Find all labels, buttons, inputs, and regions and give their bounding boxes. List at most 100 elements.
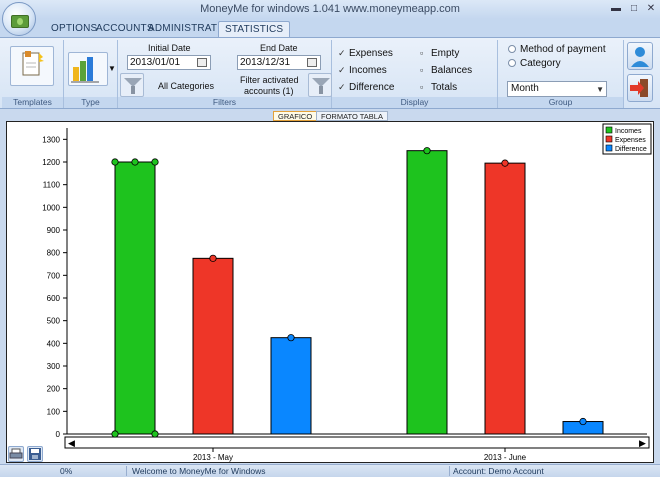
- empty-checkbox[interactable]: ▫ Empty: [420, 48, 459, 59]
- data-point-marker: [579, 417, 587, 426]
- app-menu-button[interactable]: [2, 2, 36, 36]
- minimize-button[interactable]: ▬: [610, 3, 622, 15]
- categories-filter-label: All Categories: [158, 81, 215, 91]
- data-point-marker: [287, 334, 295, 342]
- filters-group: Initial Date 2013/01/01 All Categories E…: [118, 40, 332, 108]
- data-point-marker: [111, 158, 119, 166]
- user-account-button[interactable]: [627, 42, 653, 70]
- y-tick-label: 1200: [42, 158, 60, 167]
- scroll-right-arrow[interactable]: ▶: [639, 438, 646, 448]
- tab-formato-tabla[interactable]: FORMATO TABLA: [316, 111, 388, 121]
- filter-accounts-button[interactable]: [308, 73, 332, 97]
- y-tick-label: 1100: [43, 181, 61, 190]
- method-of-payment-radio[interactable]: Method of payment: [508, 44, 606, 55]
- y-tick-label: 700: [47, 271, 61, 280]
- data-point-marker: [501, 159, 509, 167]
- user-icon: [631, 47, 649, 67]
- x-category-label: 2013 - May: [193, 453, 233, 462]
- chart-frame: 0 100 200 300 400 500 600 700 800 900 1000 1100 1200…: [6, 121, 654, 463]
- title-bar: MoneyMe for windows 1.041 www.moneymeapp…: [0, 0, 660, 19]
- accounts-filter-line2: accounts (1): [244, 86, 294, 96]
- save-icon: [29, 448, 41, 460]
- view-tabs: GRAFICO FORMATO TABLA: [0, 110, 660, 121]
- legend-label: Incomes: [615, 128, 642, 135]
- exit-button[interactable]: [627, 74, 653, 102]
- balances-checkbox[interactable]: ▫ Balances: [420, 65, 472, 76]
- maximize-button[interactable]: □: [628, 3, 640, 15]
- display-group-label: Display: [332, 97, 497, 108]
- templates-group-label: Templates: [2, 97, 63, 108]
- data-point-marker: [151, 158, 159, 166]
- close-button[interactable]: ✕: [645, 3, 657, 15]
- data-point-marker: [131, 158, 139, 166]
- initial-date-value: 2013/01/01: [130, 57, 181, 68]
- legend-swatch: [605, 135, 613, 143]
- money-icon: [11, 15, 29, 28]
- y-tick-label: 800: [47, 249, 61, 258]
- accounts-filter-line1: Filter activated: [240, 75, 299, 85]
- y-tick-label: 900: [47, 226, 61, 235]
- ribbon: Templates ▼ Type Initial Date 2013/01/01…: [0, 37, 660, 109]
- bar-chart-icon: [71, 57, 99, 83]
- incomes-checkbox[interactable]: ✓ Incomes: [338, 65, 387, 76]
- end-date-field[interactable]: 2013/12/31: [237, 55, 321, 70]
- filters-group-label: Filters: [118, 97, 331, 108]
- bar-chart: 0 100 200 300 400 500 600 700 800 900 1000 1100 1200…: [42, 123, 652, 462]
- templates-button[interactable]: [10, 46, 54, 86]
- chart-type-button[interactable]: [68, 52, 108, 86]
- bar-expenses-0: [192, 257, 234, 435]
- welcome-text: Welcome to MoneyMe for Windows: [132, 466, 266, 476]
- period-select[interactable]: Month ▼: [507, 81, 607, 97]
- bar-incomes-0: [114, 161, 156, 435]
- account-text: Account: Demo Account: [453, 466, 544, 476]
- status-separator: [449, 466, 450, 476]
- bar-incomes-1: [406, 150, 448, 435]
- display-group: ✓ Expenses ✓ Incomes ✓ Difference ▫ Empty ▫ B…: [332, 40, 498, 108]
- chevron-down-icon[interactable]: ▼: [108, 64, 116, 73]
- bar-difference-0: [270, 337, 312, 435]
- expenses-checkbox[interactable]: ✓ Expenses: [338, 48, 393, 59]
- filter-categories-button[interactable]: [120, 73, 144, 97]
- y-tick-label: 0: [56, 430, 61, 439]
- data-point-marker: [151, 430, 159, 438]
- report-template-icon: [22, 51, 44, 76]
- initial-date-label: Initial Date: [148, 43, 191, 53]
- data-point-marker: [111, 430, 119, 438]
- type-group-label: Type: [64, 97, 117, 108]
- group-group-label: Group: [498, 97, 623, 108]
- tab-grafico[interactable]: GRAFICO: [273, 111, 318, 121]
- totals-checkbox[interactable]: ▫ Totals: [420, 82, 457, 93]
- category-radio[interactable]: Category: [508, 58, 561, 69]
- initial-date-field[interactable]: 2013/01/01: [127, 55, 211, 70]
- chevron-down-icon: ▼: [596, 85, 604, 94]
- x-category-label: 2013 - June: [484, 453, 527, 462]
- templates-group: Templates: [2, 40, 64, 108]
- type-group: ▼ Type: [64, 40, 118, 108]
- y-tick-label: 300: [47, 362, 61, 371]
- status-separator: [126, 466, 127, 476]
- calendar-icon: [307, 58, 317, 67]
- bar-expenses-1: [484, 162, 526, 435]
- y-tick-label: 1300: [42, 135, 60, 144]
- y-tick-label: 200: [47, 385, 61, 394]
- data-point-marker: [423, 147, 431, 155]
- scroll-left-arrow[interactable]: ◀: [68, 438, 75, 448]
- period-select-value: Month: [511, 83, 539, 94]
- legend-label: Expenses: [615, 137, 646, 144]
- tab-statistics[interactable]: STATISTICS: [218, 21, 291, 37]
- exit-icon: [630, 79, 648, 97]
- group-by-group: Method of payment Category Month ▼ Group: [498, 40, 624, 108]
- end-date-value: 2013/12/31: [240, 57, 291, 68]
- calendar-icon: [197, 58, 207, 67]
- print-button[interactable]: [8, 446, 24, 462]
- y-tick-label: 1000: [42, 203, 60, 212]
- window-title: MoneyMe for windows 1.041 www.moneymeapp…: [200, 3, 460, 15]
- legend-swatch: [605, 126, 613, 134]
- y-tick-label: 600: [47, 294, 61, 303]
- data-point-marker: [209, 254, 217, 262]
- difference-checkbox[interactable]: ✓ Difference: [338, 82, 394, 93]
- save-button[interactable]: [27, 446, 43, 462]
- y-tick-label: 500: [47, 317, 61, 326]
- y-tick-label: 400: [47, 339, 61, 348]
- horizontal-scrollbar[interactable]: [64, 436, 650, 449]
